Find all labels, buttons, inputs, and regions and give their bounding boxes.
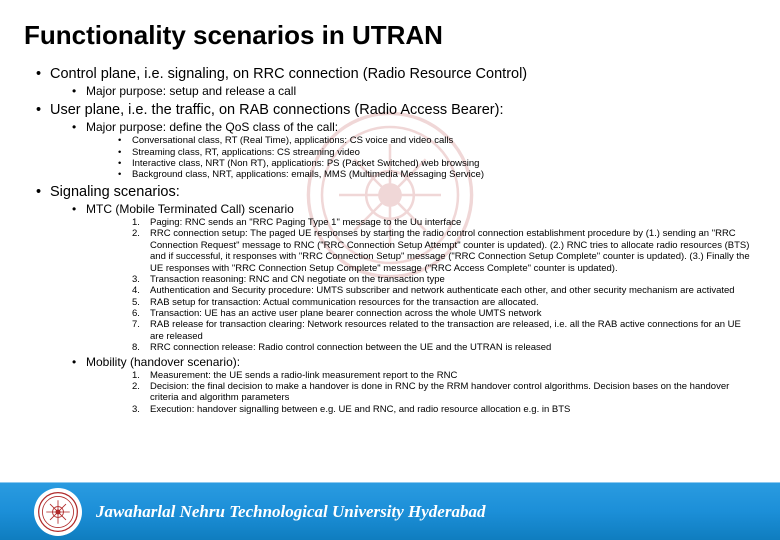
list-item: Interactive class, NRT (Non RT), applica… <box>132 158 756 169</box>
list-item: 3.Transaction reasoning: RNC and CN nego… <box>132 274 756 285</box>
list-item: 8.RRC connection release: Radio control … <box>132 342 756 353</box>
slide-title: Functionality scenarios in UTRAN <box>24 20 756 51</box>
list-item: 1.Paging: RNC sends an "RRC Paging Type … <box>132 217 756 228</box>
list-item: 7.RAB release for transaction clearing: … <box>132 319 756 342</box>
slide-content: Functionality scenarios in UTRAN Control… <box>0 0 780 482</box>
list-item: Conversational class, RT (Real Time), ap… <box>132 135 756 146</box>
list-item: User plane, i.e. the traffic, on RAB con… <box>50 101 756 119</box>
list-item: 5.RAB setup for transaction: Actual comm… <box>132 297 756 308</box>
list-item: MTC (Mobile Terminated Call) scenario <box>86 202 756 217</box>
list-item: Streaming class, RT, applications: CS st… <box>132 147 756 158</box>
list-item: 4.Authentication and Security procedure:… <box>132 285 756 296</box>
list-item: Control plane, i.e. signaling, on RRC co… <box>50 65 756 83</box>
footer-bar: Jawaharlal Nehru Technological Universit… <box>0 482 780 540</box>
list-item: 6.Transaction: UE has an active user pla… <box>132 308 756 319</box>
list-item: 2.RRC connection setup: The paged UE res… <box>132 228 756 274</box>
list-item: Major purpose: define the QoS class of t… <box>86 120 756 135</box>
list-item: 3.Execution: handover signalling between… <box>132 404 756 415</box>
list-item: Major purpose: setup and release a call <box>86 84 756 99</box>
list-item: 1.Measurement: the UE sends a radio-link… <box>132 370 756 381</box>
footer-seal-icon <box>34 488 82 536</box>
list-item: Background class, NRT, applications: ema… <box>132 169 756 180</box>
list-item: 2.Decision: the final decision to make a… <box>132 381 756 404</box>
list-item: Signaling scenarios: <box>50 183 756 201</box>
list-item: Mobility (handover scenario): <box>86 355 756 370</box>
bullet-list: Control plane, i.e. signaling, on RRC co… <box>24 65 756 415</box>
footer-text: Jawaharlal Nehru Technological Universit… <box>96 502 485 522</box>
